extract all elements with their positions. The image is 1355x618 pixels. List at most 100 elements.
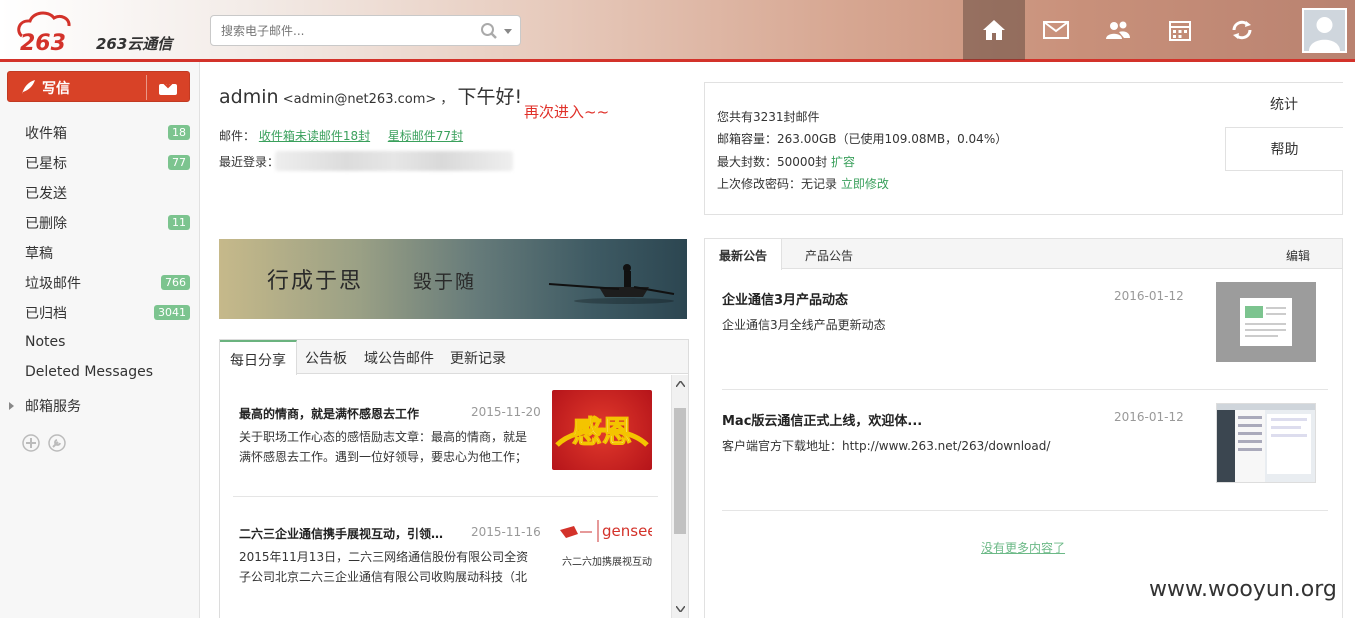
contacts-icon: [1106, 21, 1130, 39]
nav-home-button[interactable]: [963, 0, 1025, 60]
item-divider: [722, 389, 1328, 390]
greeting-separator: ，: [440, 92, 454, 107]
svg-text:263: 263: [20, 31, 66, 54]
tab-bulletin[interactable]: 公告板: [295, 340, 357, 374]
share-tabs: 每日分享 公告板 域公告邮件 更新记录: [220, 340, 688, 375]
folder-spam[interactable]: 垃圾邮件 766: [0, 267, 200, 297]
notice-summary: 企业通信3月全线产品更新动态: [722, 318, 886, 332]
count-badge: 766: [161, 275, 190, 290]
folder-deleted-messages[interactable]: Deleted Messages: [0, 358, 200, 388]
tab-domain-notice[interactable]: 域公告邮件: [354, 340, 444, 374]
boat-illustration: [548, 264, 675, 304]
top-header: 263 263云通信: [0, 0, 1355, 62]
thumbnail-text: 感恩: [572, 415, 632, 450]
notice-summary: 客户端官方下载地址：http://www.263.net/263/downloa…: [722, 439, 1051, 453]
folder-archive[interactable]: 已归档 3041: [0, 297, 200, 327]
envelope-icon: [1043, 21, 1069, 39]
folder-starred[interactable]: 已星标 77: [0, 147, 200, 177]
gensee-logo-text: gensee: [602, 522, 652, 540]
mail-summary: 邮件： 收件箱未读邮件18封 星标邮件77封: [219, 127, 463, 144]
wrench-icon[interactable]: [48, 434, 66, 452]
watermark-text: www.wooyun.org: [1149, 577, 1337, 602]
search-icon[interactable]: [480, 22, 498, 40]
tab-latest-notice[interactable]: 最新公告: [705, 239, 783, 270]
folder-label: 已归档: [25, 306, 67, 322]
folder-drafts[interactable]: 草稿: [0, 237, 200, 267]
mail-label: 邮件：: [219, 129, 256, 143]
feather-pen-icon: [22, 80, 35, 94]
notice-date: 2016-01-12: [1114, 410, 1184, 424]
folder-sent[interactable]: 已发送: [0, 177, 200, 207]
edit-button[interactable]: 编辑: [1286, 247, 1310, 264]
count-badge: 11: [168, 215, 190, 230]
avatar[interactable]: [1302, 8, 1347, 53]
search-dropdown-icon[interactable]: [504, 29, 512, 34]
nav-calendar-button[interactable]: [1149, 0, 1211, 60]
nav-sync-button[interactable]: [1211, 0, 1273, 60]
folder-label: Notes: [25, 334, 66, 350]
folder-label: 已星标: [25, 156, 67, 172]
tab-daily-share[interactable]: 每日分享: [220, 340, 297, 375]
app-screenshot-thumbnail[interactable]: [1216, 403, 1316, 483]
search-input[interactable]: [221, 22, 471, 40]
expand-arrow-icon[interactable]: [9, 402, 14, 410]
scroll-down-icon[interactable]: [676, 606, 685, 612]
stats-button[interactable]: 统计: [1225, 83, 1343, 127]
max-count-text: 最大封数：50000封: [717, 155, 828, 169]
banner-text-2: 毁于随: [413, 271, 477, 293]
folder-label: 收件箱: [25, 126, 67, 142]
folder-label: 垃圾邮件: [25, 276, 81, 292]
mailbox-stats: 您共有3231封邮件 邮箱容量：263.00GB（已使用109.08MB，0.0…: [704, 82, 1343, 215]
compose-divider: [146, 75, 147, 100]
item-divider: [722, 510, 1328, 511]
help-button[interactable]: 帮助: [1225, 127, 1343, 171]
compose-button[interactable]: 写信: [7, 71, 190, 102]
no-more-content-link[interactable]: 没有更多内容了: [981, 539, 1065, 556]
user-email: <admin@net263.com>: [282, 92, 437, 107]
notice-panel: 最新公告 产品公告 编辑 企业通信3月产品动态 2016-01-12 企业通信3…: [704, 238, 1343, 618]
article-summary: 2015年11月13日，二六三网络通信股份有限公司全资子公司北京二六三企业通信有…: [239, 550, 529, 584]
tab-changelog[interactable]: 更新记录: [440, 340, 516, 374]
nav-contacts-button[interactable]: [1087, 0, 1149, 60]
article-title[interactable]: 二六三企业通信携手展视互动，引领…: [239, 525, 459, 542]
last-login-redacted: [275, 151, 513, 171]
calendar-icon: [1169, 21, 1191, 41]
scroll-thumb[interactable]: [674, 408, 686, 534]
sync-icon: [1232, 20, 1252, 40]
folder-notes[interactable]: Notes: [0, 328, 200, 358]
scroll-up-icon[interactable]: [676, 381, 685, 387]
article-thumbnail[interactable]: 感恩: [552, 390, 652, 470]
thumbnail-caption: 六二六加携展视互动: [562, 555, 652, 568]
compose-label: 写信: [42, 81, 70, 97]
sidebar-tools: [22, 434, 66, 456]
article-thumbnail[interactable]: gensee 六二六加携展视互动: [552, 510, 657, 590]
starred-mail-link[interactable]: 星标邮件77封: [388, 129, 463, 143]
annotation-text: 再次进入~~: [524, 103, 610, 121]
home-icon: [983, 20, 1005, 40]
tab-product-notice[interactable]: 产品公告: [791, 239, 867, 269]
promo-banner[interactable]: 行成于思 毁于随: [219, 239, 687, 319]
greeting-text: 下午好!: [457, 86, 523, 108]
notice-tabs: 最新公告 产品公告 编辑: [705, 239, 1342, 270]
password-change-text: 上次修改密码：无记录: [717, 177, 838, 191]
folder-deleted[interactable]: 已删除 11: [0, 207, 200, 237]
inbox-tray-icon[interactable]: [158, 78, 178, 96]
expand-link[interactable]: 扩容: [831, 155, 855, 169]
notice-title[interactable]: Mac版云通信正式上线，欢迎体...: [722, 410, 922, 429]
article-summary: 关于职场工作心态的感悟励志文章：最高的情商，就是满怀感恩去工作。遇到一位好领导，…: [239, 430, 528, 464]
folder-mail-services[interactable]: 邮箱服务: [0, 390, 200, 420]
share-panel: 每日分享 公告板 域公告邮件 更新记录 最高的情商，就是满怀感恩去工作 2015…: [219, 339, 689, 618]
article-title[interactable]: 最高的情商，就是满怀感恩去工作: [239, 405, 459, 422]
notice-date: 2016-01-12: [1114, 289, 1184, 303]
search-box[interactable]: [210, 15, 521, 46]
item-divider: [233, 496, 658, 497]
unread-mail-link[interactable]: 收件箱未读邮件18封: [259, 129, 370, 143]
change-password-link[interactable]: 立即修改: [841, 177, 889, 191]
add-folder-icon[interactable]: [22, 434, 40, 452]
share-scrollbar[interactable]: [671, 375, 688, 618]
document-icon[interactable]: [1216, 282, 1316, 362]
folder-inbox[interactable]: 收件箱 18: [0, 117, 200, 147]
notice-title[interactable]: 企业通信3月产品动态: [722, 289, 848, 308]
total-mail-count: 您共有3231封邮件: [717, 110, 820, 124]
nav-mail-button[interactable]: [1025, 0, 1087, 60]
